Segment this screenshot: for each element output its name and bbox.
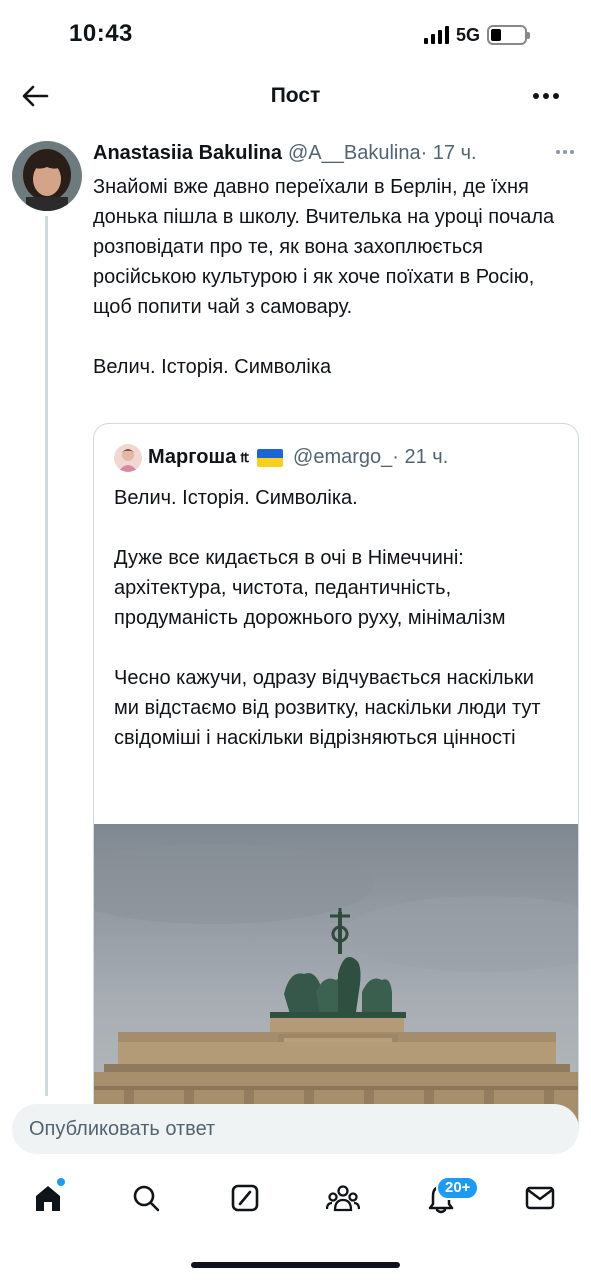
status-indicators: 5G (424, 22, 531, 48)
quote-author-row: Маргоша ₶ @emargo_ · 21 ч. (148, 446, 448, 469)
reply-bar (12, 1104, 579, 1154)
notifications-badge: 20+ (436, 1176, 480, 1200)
quote-time: · 21 ч. (392, 446, 449, 468)
page-title: Пост (270, 84, 321, 107)
ukraine-flag-icon (257, 448, 284, 467)
quote-author-avatar (114, 444, 142, 472)
home-indicator[interactable] (191, 1262, 400, 1268)
search-icon (133, 1185, 160, 1212)
post-more-button[interactable] (556, 150, 574, 154)
nav-communities[interactable] (323, 1178, 363, 1218)
status-time: 10:43 (69, 20, 133, 47)
brandenburg-gate-photo[interactable] (94, 824, 579, 1143)
nav-search[interactable] (126, 1178, 166, 1218)
network-type: 5G (456, 24, 481, 45)
signal-icon (424, 26, 449, 44)
home-icon (36, 1186, 60, 1211)
quoted-post-card[interactable]: Маргоша ₶ @emargo_ · 21 ч. Велич. Історі… (93, 423, 579, 1143)
messages-icon (525, 1186, 555, 1210)
post-author-row: Anastasiia Bakulina @A__Bakulina · 17 ч. (93, 142, 477, 165)
reply-input[interactable] (29, 1104, 559, 1154)
post-time: · 17 ч. (420, 142, 477, 164)
nav-messages[interactable] (520, 1178, 560, 1218)
quote-author-name: Маргоша (148, 446, 237, 468)
battery-icon (487, 25, 531, 45)
grok-icon (231, 1184, 259, 1212)
thread-line (45, 216, 48, 1096)
quote-author-handle: @emargo_ (293, 446, 393, 468)
nav-grok[interactable] (225, 1178, 265, 1218)
quote-text: Велич. Історія. Символіка. Дуже все кида… (114, 487, 541, 749)
home-notification-dot (57, 1178, 65, 1186)
post-author-handle[interactable]: @A__Bakulina (288, 142, 421, 165)
post-text: Знайомі вже давно переїхали в Берлін, де… (93, 176, 555, 378)
post-author-name[interactable]: Anastasiia Bakulina (93, 142, 282, 165)
more-options-button[interactable] (528, 82, 564, 110)
communities-icon (326, 1185, 360, 1212)
author-avatar[interactable] (12, 141, 82, 211)
trident-icon: ₶ (240, 449, 250, 465)
more-horizontal-icon (533, 93, 539, 99)
